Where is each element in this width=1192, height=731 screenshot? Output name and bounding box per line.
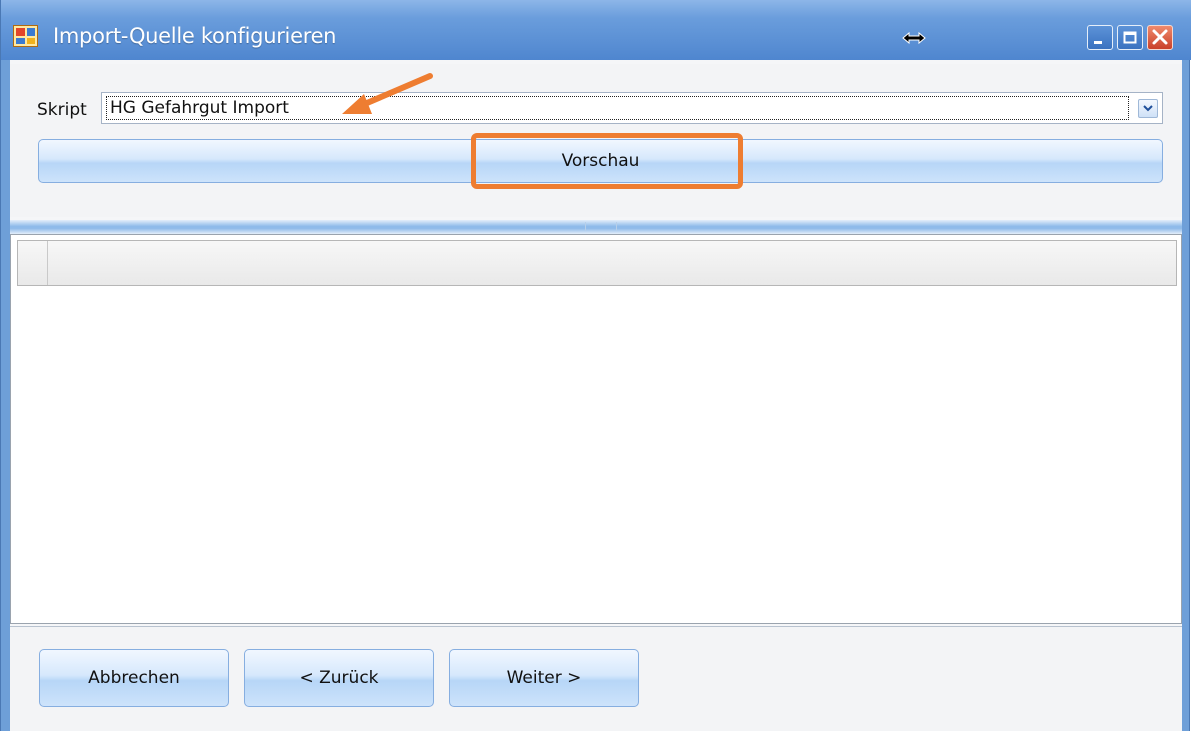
maximize-icon — [1123, 31, 1137, 44]
window-title: Import-Quelle konfigurieren — [53, 24, 337, 48]
button-panel: Abbrechen < Zurück Weiter > — [10, 626, 1182, 731]
script-label: Skript — [37, 100, 87, 120]
next-button[interactable]: Weiter > — [449, 649, 639, 707]
app-window-icon — [13, 25, 38, 47]
horizontal-resize-cursor-icon — [902, 31, 926, 45]
maximize-button[interactable] — [1117, 25, 1143, 50]
splitter-grip[interactable] — [585, 222, 617, 231]
chevron-down-icon — [1143, 105, 1153, 112]
preview-grid[interactable] — [10, 234, 1182, 624]
grid-corner-cell[interactable] — [18, 241, 48, 285]
minimize-button[interactable] — [1087, 25, 1113, 50]
back-button[interactable]: < Zurück — [244, 649, 434, 707]
annotation-highlight-box — [471, 133, 743, 189]
minimize-icon — [1094, 41, 1102, 44]
close-icon — [1152, 29, 1168, 45]
script-dropdown-button[interactable] — [1138, 99, 1158, 118]
script-selected-value[interactable]: HG Gefahrgut Import — [106, 96, 1129, 120]
script-combobox[interactable]: HG Gefahrgut Import — [101, 92, 1163, 124]
grid-body[interactable] — [17, 286, 1177, 616]
title-bar[interactable]: Import-Quelle konfigurieren — [1, 0, 1191, 60]
close-button[interactable] — [1147, 25, 1173, 50]
annotation-arrow-icon — [342, 73, 433, 114]
script-panel: Skript HG Gefahrgut Import Vorschau — [10, 64, 1182, 217]
dialog-window: Import-Quelle konfigurieren Skript HG Ge… — [0, 0, 1191, 731]
dialog-client-area: Skript HG Gefahrgut Import Vorschau Abbr… — [10, 60, 1182, 731]
grid-header — [17, 240, 1177, 286]
splitter-bar[interactable] — [10, 220, 1182, 234]
cancel-button[interactable]: Abbrechen — [39, 649, 229, 707]
